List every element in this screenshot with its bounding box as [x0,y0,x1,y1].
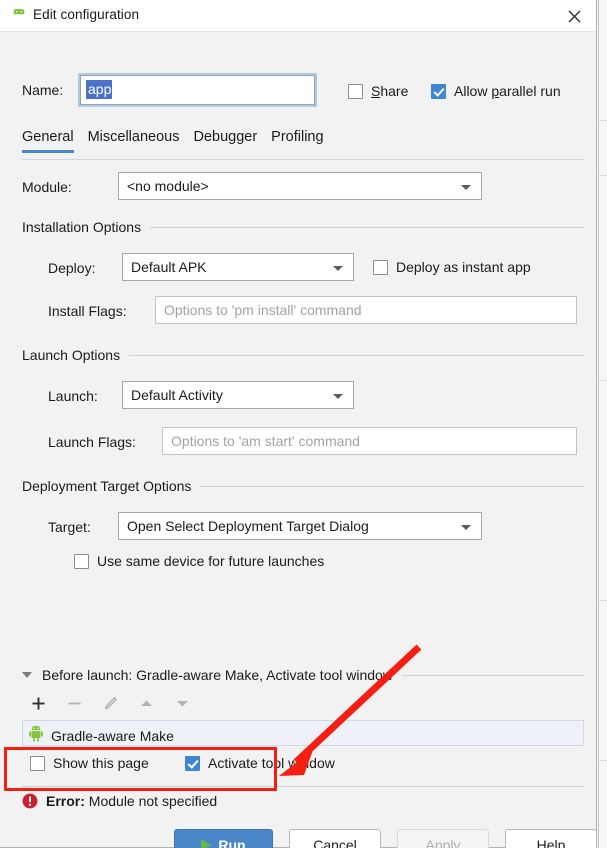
chevron-down-icon [461,185,471,190]
tab-bar: General Miscellaneous Debugger Profiling [22,129,324,153]
module-dropdown[interactable]: <no module> [118,172,482,200]
before-launch-section[interactable]: Before launch: Gradle-aware Make, Activa… [22,667,584,683]
play-icon [201,839,212,848]
install-flags-label: Install Flags: [48,303,127,319]
chevron-down-icon [333,266,343,271]
chevron-down-icon [22,672,32,678]
section-rule [129,354,584,356]
edit-pencil-icon[interactable] [102,695,119,712]
background-window-strip [598,0,607,848]
remove-icon[interactable] [66,695,83,712]
share-checkbox[interactable]: Share [348,83,408,99]
before-launch-title: Before launch: Gradle-aware Make, Activa… [42,667,393,683]
android-icon [11,7,27,22]
launch-dropdown-value: Default Activity [131,387,223,403]
install-flags-input[interactable]: Options to 'pm install' command [155,296,577,324]
name-input[interactable]: app [78,73,317,107]
allow-parallel-run-checkbox[interactable]: Allow parallel run [431,83,561,99]
show-this-page-checkbox-box [30,755,45,771]
before-launch-toolbar [30,695,191,712]
deploy-as-instant-app-checkbox-box [373,259,388,275]
launch-options-section: Launch Options [22,347,584,363]
status-badge: Error: Module not specified [22,793,217,809]
status-text: Error: Module not specified [46,793,217,809]
before-launch-task-list: Gradle-aware Make [22,720,584,746]
target-label: Target: [48,519,91,535]
installation-options-section: Installation Options [22,219,584,235]
cancel-button-label: Cancel [313,837,357,848]
deployment-target-options-title: Deployment Target Options [22,478,192,494]
allow-parallel-run-checkbox-label: Allow parallel run [454,83,561,99]
activate-tool-window-checkbox[interactable]: Activate tool window [185,755,335,771]
status-divider [22,786,584,787]
dialog-content: Name: app Share Allow parallel run Gener… [0,31,597,848]
deploy-label: Deploy: [48,260,96,276]
deploy-as-instant-app-checkbox-label: Deploy as instant app [396,259,531,275]
dialog-button-bar: Run Cancel Apply Help [174,829,597,848]
chevron-down-icon [333,394,343,399]
run-button[interactable]: Run [174,829,273,848]
section-rule [401,674,584,676]
section-rule [200,485,584,487]
tab-debugger[interactable]: Debugger [193,129,257,153]
help-button-label: Help [536,837,566,848]
list-item[interactable]: Gradle-aware Make [29,725,174,747]
name-input-value: app [86,80,113,99]
share-checkbox-box [348,83,363,99]
use-same-device-checkbox-label: Use same device for future launches [97,553,325,569]
add-icon[interactable] [30,695,47,712]
list-item-label: Gradle-aware Make [51,728,174,744]
launch-dropdown[interactable]: Default Activity [122,381,354,409]
tab-profiling[interactable]: Profiling [271,129,323,153]
apply-button[interactable]: Apply [397,829,489,848]
use-same-device-checkbox-box [74,553,89,569]
screenshot-root: Edit configuration Name: app Share Allow… [0,0,607,848]
help-button[interactable]: Help [505,829,597,848]
android-icon [29,725,43,747]
install-flags-placeholder: Options to 'pm install' command [164,302,362,318]
cancel-button[interactable]: Cancel [289,829,381,848]
target-dropdown-value: Open Select Deployment Target Dialog [127,518,369,534]
use-same-device-checkbox[interactable]: Use same device for future launches [74,553,324,569]
launch-options-title: Launch Options [22,347,121,363]
show-this-page-checkbox[interactable]: Show this page [30,755,149,771]
show-this-page-checkbox-label: Show this page [53,755,149,771]
status-prefix: Error: [46,793,85,809]
installation-options-title: Installation Options [22,219,142,235]
tab-miscellaneous[interactable]: Miscellaneous [88,129,180,153]
launch-flags-label: Launch Flags: [48,434,136,450]
deploy-dropdown[interactable]: Default APK [122,253,354,281]
activate-tool-window-checkbox-label: Activate tool window [208,755,335,771]
section-rule [150,226,584,228]
tab-general[interactable]: General [22,129,74,153]
launch-flags-input[interactable]: Options to 'am start' command [162,427,577,455]
target-dropdown[interactable]: Open Select Deployment Target Dialog [118,512,482,540]
deployment-target-options-section: Deployment Target Options [22,478,584,494]
error-icon [22,793,38,809]
activate-tool-window-checkbox-box [185,755,200,771]
dialog-titlebar: Edit configuration [0,0,596,32]
deploy-as-instant-app-checkbox[interactable]: Deploy as instant app [373,259,531,275]
share-checkbox-label: Share [371,83,409,99]
run-button-label: Run [218,837,246,848]
move-up-icon[interactable] [138,695,155,712]
tab-bar-divider [22,159,584,160]
launch-flags-placeholder: Options to 'am start' command [171,433,360,449]
launch-label: Launch: [48,388,98,404]
allow-parallel-run-checkbox-box [431,83,446,99]
apply-button-label: Apply [425,837,461,848]
dialog-title: Edit configuration [33,7,140,22]
close-icon[interactable] [552,0,596,31]
deploy-dropdown-value: Default APK [131,259,207,275]
name-label: Name: [22,82,64,98]
module-dropdown-value: <no module> [127,178,209,194]
move-down-icon[interactable] [174,695,191,712]
edit-configuration-dialog: Edit configuration Name: app Share Allow… [0,0,597,848]
module-label: Module: [22,179,72,195]
chevron-down-icon [461,525,471,530]
status-message: Module not specified [88,793,218,809]
